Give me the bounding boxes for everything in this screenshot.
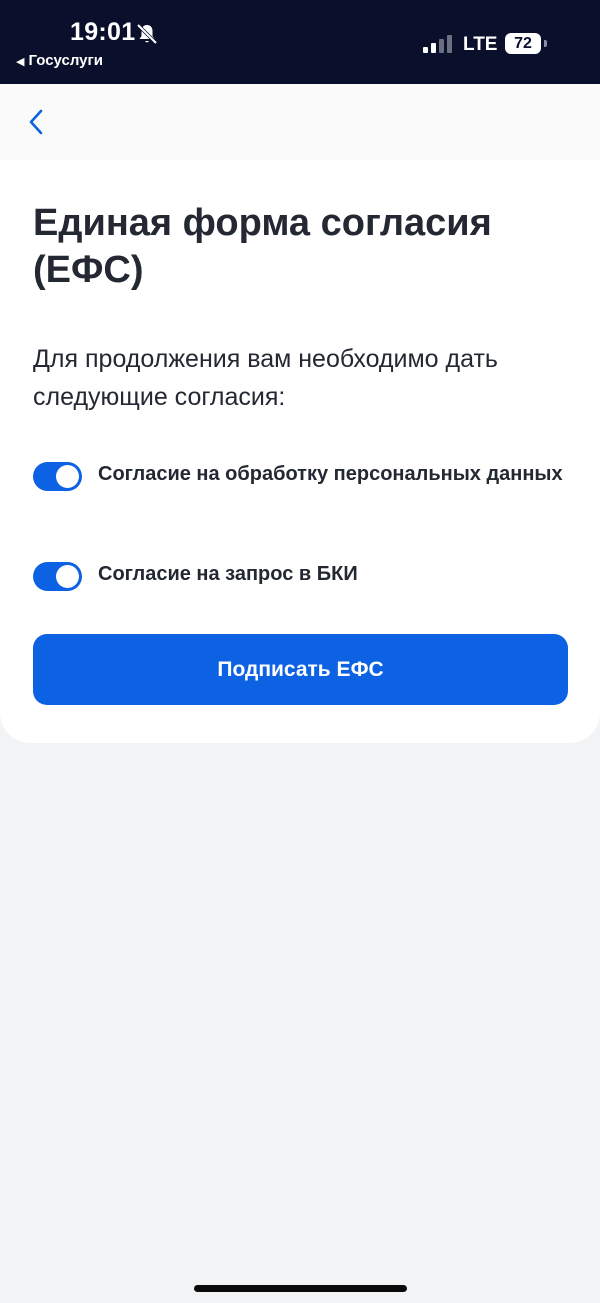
consent-toggle-personal-data[interactable] <box>33 462 82 491</box>
home-indicator[interactable] <box>194 1285 407 1292</box>
toggle-knob <box>56 565 79 588</box>
back-button[interactable] <box>20 106 52 138</box>
battery-icon: 72 <box>505 33 541 54</box>
consent-card: Единая форма согласия (ЕФС) Для продолже… <box>0 160 600 743</box>
navigation-bar <box>0 84 600 160</box>
sign-efs-button[interactable]: Подписать ЕФС <box>33 634 568 705</box>
consent-toggle-bki[interactable] <box>33 562 82 591</box>
battery-level: 72 <box>514 35 532 52</box>
battery-nub <box>544 40 547 47</box>
bell-slash-icon <box>136 23 158 45</box>
page-title: Единая форма согласия (ЕФС) <box>33 202 492 291</box>
back-triangle-icon: ◀ <box>16 56 25 68</box>
description-text: Для продолжения вам необходимо дать след… <box>33 345 498 411</box>
status-time: 19:01 <box>70 18 136 46</box>
toggle-knob <box>56 465 79 488</box>
status-bar: 19:01 ◀ Госуслуги LTE 72 <box>0 0 600 84</box>
back-app-label: Госуслуги <box>28 52 103 69</box>
chevron-left-icon <box>29 109 43 135</box>
network-type: LTE <box>463 34 498 55</box>
consent-item-bki: Согласие на запрос в БКИ <box>33 560 573 591</box>
back-to-app-link[interactable]: ◀ Госуслуги <box>16 52 103 69</box>
consent-label-personal-data: Согласие на обработку персональных данны… <box>98 463 563 485</box>
cellular-signal-icon <box>423 35 452 53</box>
consent-label-bki: Согласие на запрос в БКИ <box>98 563 358 585</box>
consent-item-personal-data: Согласие на обработку персональных данны… <box>33 460 573 491</box>
